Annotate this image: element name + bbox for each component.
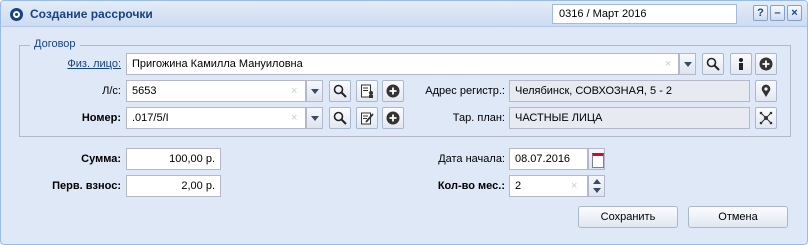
contract-legend: Договор <box>30 38 80 50</box>
account-label: Л/с: <box>102 85 121 97</box>
network-icon <box>759 111 773 125</box>
account-clear-icon[interactable]: × <box>291 85 297 97</box>
address-map-button[interactable] <box>755 80 777 102</box>
person-search-button[interactable] <box>702 53 724 75</box>
number-label: Номер: <box>81 112 121 124</box>
sum-label: Сумма: <box>81 153 121 165</box>
start-date-field[interactable]: 08.07.2016 <box>509 148 588 170</box>
save-button[interactable]: Сохранить <box>578 206 678 228</box>
account-add-button[interactable] <box>382 80 404 102</box>
account-dropdown-icon[interactable] <box>306 80 323 102</box>
address-label: Адрес регистр.: <box>425 85 505 97</box>
edit-document-icon <box>361 112 374 125</box>
installment-window: Создание рассрочки 0316 / Март 2016 ? – … <box>0 0 808 245</box>
person-dropdown-icon[interactable] <box>679 53 696 75</box>
months-label: Кол-во мес.: <box>437 180 505 192</box>
person-add-button[interactable] <box>755 53 777 75</box>
search-icon <box>333 111 347 125</box>
account-field[interactable]: 5653 <box>126 80 306 102</box>
person-icon <box>739 58 743 70</box>
account-card-button[interactable] <box>356 80 378 102</box>
tariff-label: Тар. план: <box>452 112 505 124</box>
first-payment-field[interactable]: 2,00 р. <box>126 175 221 197</box>
person-info-button[interactable] <box>730 53 752 75</box>
plus-circle-icon <box>386 111 400 125</box>
map-pin-icon <box>761 84 771 97</box>
search-icon <box>333 84 347 98</box>
close-button[interactable]: × <box>787 5 802 21</box>
sum-field[interactable]: 100,00 р. <box>126 148 221 170</box>
address-field: Челябинск, СОВХОЗНАЯ, 5 - 2 <box>509 80 750 102</box>
window-titlebar[interactable]: Создание рассрочки 0316 / Март 2016 ? – … <box>1 1 807 27</box>
search-icon <box>706 57 720 71</box>
number-edit-button[interactable] <box>356 107 378 129</box>
help-button[interactable]: ? <box>753 5 768 21</box>
tariff-field: ЧАСТНЫЕ ЛИЦА <box>509 107 750 129</box>
first-payment-label: Перв. взнос: <box>52 180 121 192</box>
number-add-button[interactable] <box>382 107 404 129</box>
person-clear-icon[interactable]: × <box>665 58 671 70</box>
person-label[interactable]: Физ. лицо: <box>63 58 121 70</box>
number-clear-icon[interactable]: × <box>291 112 297 124</box>
number-field[interactable]: .017/5/I <box>126 107 306 129</box>
plus-circle-icon <box>386 84 400 98</box>
cancel-button[interactable]: Отмена <box>688 206 788 228</box>
period-display: 0316 / Март 2016 <box>552 4 737 24</box>
person-field[interactable]: Пригожина Камилла Мануиловна <box>126 53 679 75</box>
tariff-button[interactable] <box>755 107 777 129</box>
number-search-button[interactable] <box>329 107 351 129</box>
months-spinner-icon[interactable] <box>588 175 605 197</box>
calendar-icon[interactable] <box>588 148 605 170</box>
document-person-icon <box>361 84 373 98</box>
window-title: Создание рассрочки <box>30 7 153 21</box>
account-search-button[interactable] <box>329 80 351 102</box>
start-date-label: Дата начала: <box>438 153 505 165</box>
number-dropdown-icon[interactable] <box>306 107 323 129</box>
window-app-icon <box>10 8 23 21</box>
plus-circle-icon <box>759 57 773 71</box>
minimize-button[interactable]: – <box>770 5 785 21</box>
months-clear-icon[interactable]: × <box>571 180 577 192</box>
